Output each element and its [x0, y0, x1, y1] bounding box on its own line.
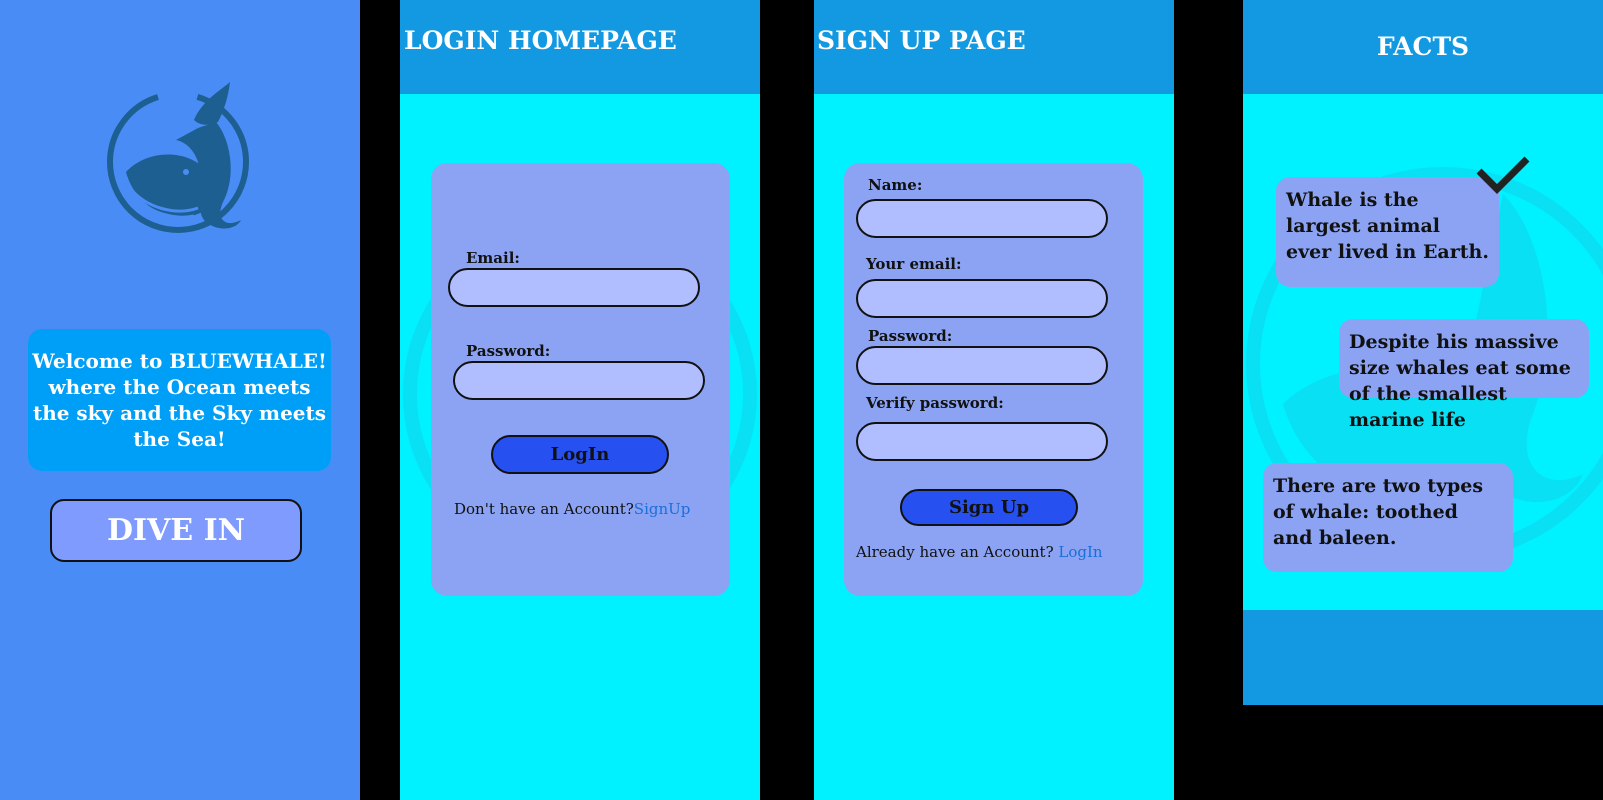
signup-prompt: Don't have an Account?SignUp [454, 500, 690, 518]
verify-password-field[interactable] [856, 422, 1108, 461]
your-email-label: Your email: [866, 255, 962, 273]
no-account-text: Don't have an Account? [454, 500, 634, 518]
email-field[interactable] [448, 268, 700, 307]
signup-screen: SIGN UP PAGE Name: Your email: Password:… [814, 0, 1174, 800]
password-field[interactable] [856, 346, 1108, 385]
password-label: Password: [868, 327, 953, 345]
password-label: Password: [466, 342, 551, 360]
login-screen: LOGIN HOMEPAGE Email: Password: LogIn Do… [400, 0, 760, 800]
signup-card: Name: Your email: Password: Verify passw… [844, 163, 1143, 596]
fact-card-1: Whale is the largest animal ever lived i… [1276, 177, 1499, 287]
verify-password-label: Verify password: [866, 394, 1004, 412]
signup-link[interactable]: SignUp [634, 500, 691, 518]
signup-button[interactable]: Sign Up [900, 489, 1078, 526]
have-account-text: Already have an Account? [856, 543, 1054, 561]
whale-logo-icon [107, 82, 249, 233]
page-title: SIGN UP PAGE [817, 26, 1026, 55]
login-link[interactable]: LogIn [1058, 543, 1102, 561]
login-prompt: Already have an Account? LogIn [856, 543, 1103, 561]
name-field[interactable] [856, 199, 1108, 238]
login-header: LOGIN HOMEPAGE [400, 0, 760, 94]
login-card: Email: Password: LogIn Don't have an Acc… [431, 163, 730, 596]
name-label: Name: [868, 176, 923, 194]
fact-card-2: Despite his massive size whales eat some… [1339, 319, 1589, 431]
signup-header: SIGN UP PAGE [814, 0, 1174, 94]
facts-header: FACTS [1243, 0, 1603, 94]
login-button[interactable]: LogIn [491, 435, 669, 474]
welcome-message: Welcome to BLUEWHALE! where the Ocean me… [28, 329, 331, 471]
page-title: LOGIN HOMEPAGE [404, 26, 677, 55]
fact-card-3: There are two types of whale: toothed an… [1263, 463, 1513, 572]
checkmark-icon [1476, 156, 1530, 194]
welcome-screen: Welcome to BLUEWHALE! where the Ocean me… [0, 0, 360, 800]
password-field[interactable] [453, 361, 705, 400]
facts-screen: FACTS Whale is the largest animal ever l… [1243, 0, 1603, 800]
dive-in-button[interactable]: DIVE IN [50, 499, 302, 562]
email-field[interactable] [856, 279, 1108, 318]
email-label: Email: [466, 249, 520, 267]
facts-footer [1243, 610, 1603, 705]
page-title: FACTS [1376, 32, 1470, 61]
